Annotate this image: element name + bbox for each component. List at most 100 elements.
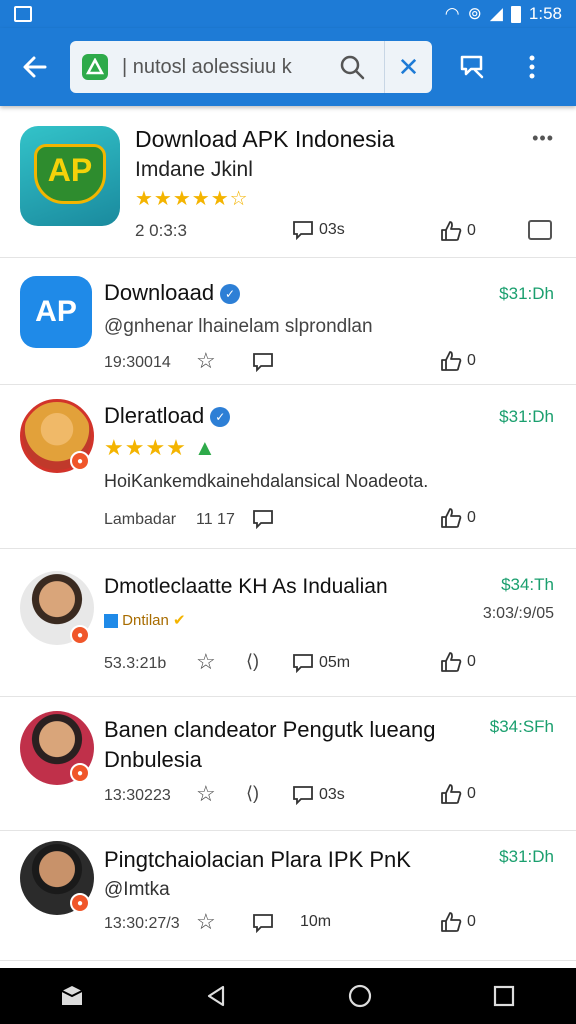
list-item[interactable]: AP Downloaad ✓ $31:Dh @gnhenar lhainelam … — [0, 258, 576, 385]
item-price: $31:Dh — [499, 847, 554, 866]
item-time: 53.3:21b — [104, 655, 167, 672]
verified-icon: ✓ — [210, 407, 231, 428]
comment-icon — [293, 786, 313, 805]
item-subtitle: HoiKankemdkainehdalansical Noadeota. — [104, 471, 429, 491]
item-price: $34:Th — [501, 575, 554, 594]
star-icon[interactable]: ☆ — [196, 909, 216, 935]
search-box[interactable]: ✕ — [70, 41, 432, 93]
rating-stars: ★★★★★☆ — [135, 188, 249, 210]
item-title: Dmotleclaatte KH As Indualian — [104, 575, 388, 598]
back-nav-icon[interactable] — [186, 968, 246, 1024]
list-item[interactable]: ● Banen clandeator Pengutk lueang Dnbule… — [0, 697, 576, 831]
app-bar: ✕ — [0, 28, 576, 106]
verified-icon: ✓ — [220, 284, 241, 305]
item-subtitle: @Imtka — [104, 879, 170, 900]
signal-icon: ◢ — [489, 4, 503, 23]
comment-count: 03s — [319, 786, 345, 803]
like-count: 0 — [467, 785, 476, 802]
thumbs-up-icon — [441, 784, 462, 804]
thumbs-up-icon — [441, 652, 462, 672]
comment-icon[interactable] — [252, 913, 274, 938]
recents-nav-icon[interactable] — [474, 968, 534, 1024]
thumbs-up-icon — [441, 351, 462, 371]
like-count: 0 — [467, 509, 476, 526]
like-button[interactable]: 0 — [440, 651, 476, 673]
like-button[interactable]: 0 — [440, 350, 476, 372]
star-icon[interactable]: ☆ — [196, 348, 216, 374]
list-item[interactable]: ● Pingtchaiolacian Plara IPK PnK $31:Dh … — [0, 831, 576, 961]
star-icon[interactable]: ☆ — [196, 781, 216, 807]
comment-icon[interactable] — [252, 509, 274, 534]
keyboard-toggle-icon[interactable] — [42, 968, 102, 1024]
comment-icon — [293, 654, 313, 673]
list-item[interactable]: AP Download APK Indonesia Imdane Jkinl ★… — [0, 106, 576, 258]
item-tag: Dntilan ✔ — [104, 611, 186, 629]
like-count: 0 — [467, 222, 476, 239]
comment-button[interactable]: 03s — [292, 220, 345, 240]
filter-chat-icon[interactable] — [432, 28, 512, 106]
badge-icon: ● — [70, 763, 90, 783]
item-subtitle: @gnhenar lhainelam slprondlan — [104, 316, 373, 337]
app-icon: AP — [20, 276, 92, 348]
item-subtitle: Imdane Jkinl — [135, 158, 253, 181]
status-time: 1:58 — [528, 4, 562, 23]
item-title-line2: Dnbulesia — [104, 747, 202, 772]
item-date: 3:03/:9/05 — [482, 605, 554, 622]
list-item[interactable]: ● Dmotleclaatte KH As Indualian $34:Th D… — [0, 549, 576, 697]
battery-icon — [510, 5, 521, 23]
dislike-icon[interactable]: ⟨) — [246, 783, 259, 804]
search-icon[interactable] — [338, 53, 366, 81]
comment-button[interactable]: 03s — [292, 785, 345, 805]
back-arrow-icon[interactable] — [0, 28, 70, 106]
more-horiz-icon[interactable]: ••• — [532, 128, 554, 149]
item-time: 2 0:3:3 — [135, 221, 187, 240]
more-vert-icon[interactable] — [512, 28, 552, 106]
app-logo-icon — [82, 54, 108, 80]
item-title: Dleratload ✓ — [104, 403, 231, 429]
status-bar: ◠ ⊚ ◢ 1:58 — [0, 0, 576, 28]
comment-button[interactable]: 10m — [300, 913, 331, 931]
notification-icon — [14, 6, 32, 22]
badge-icon: ● — [70, 893, 90, 913]
comment-icon[interactable] — [252, 352, 274, 377]
item-price: $31:Dh — [499, 407, 554, 426]
item-title: Banen clandeator Pengutk lueang — [104, 717, 436, 742]
list-item[interactable]: ● Dleratload ✓ $31:Dh ★★★★ ▲ HoiKankemdka… — [0, 385, 576, 549]
system-nav-bar — [0, 968, 576, 1024]
dislike-icon[interactable]: ⟨) — [246, 651, 259, 672]
like-button[interactable]: 0 — [440, 220, 476, 242]
item-title: Downloaad ✓ — [104, 280, 241, 306]
like-button[interactable]: 0 — [440, 507, 476, 529]
comment-count: 05m — [319, 654, 351, 671]
home-nav-icon[interactable] — [330, 968, 390, 1024]
comment-icon — [293, 221, 313, 240]
thumbs-up-icon — [441, 221, 462, 241]
badge-icon: ● — [70, 625, 90, 645]
rating-stars: ★★★★ ▲ — [104, 435, 217, 460]
like-count: 0 — [467, 653, 476, 670]
like-button[interactable]: 0 — [440, 783, 476, 805]
item-meta-2: 11 17 — [196, 511, 235, 528]
search-input[interactable] — [122, 55, 332, 79]
comment-count: 03s — [319, 221, 345, 238]
comment-button[interactable]: 05m — [292, 653, 350, 673]
thumbs-up-icon — [441, 508, 462, 528]
badge-icon: ● — [70, 451, 90, 471]
comment-count: 10m — [300, 913, 332, 930]
clear-icon[interactable]: ✕ — [384, 41, 432, 93]
like-count: 0 — [467, 913, 476, 930]
thumbs-up-icon — [441, 912, 462, 932]
wifi-icon: ◠ — [444, 4, 460, 23]
item-time: 19:30014 — [104, 354, 171, 371]
like-button[interactable]: 0 — [440, 911, 476, 933]
item-title: Pingtchaiolacian Plara IPK PnK — [104, 847, 411, 872]
vibrate-icon: ⊚ — [467, 4, 482, 23]
result-list: AP Download APK Indonesia Imdane Jkinl ★… — [0, 106, 576, 968]
item-time: 13:30:27/3 — [104, 915, 180, 932]
item-meta: Lambadar — [104, 511, 177, 528]
star-icon[interactable]: ☆ — [196, 649, 216, 675]
list-item-partial[interactable] — [0, 961, 576, 968]
like-count: 0 — [467, 352, 476, 369]
bookmark-icon[interactable] — [528, 220, 552, 240]
item-price: $31:Dh — [499, 284, 554, 303]
